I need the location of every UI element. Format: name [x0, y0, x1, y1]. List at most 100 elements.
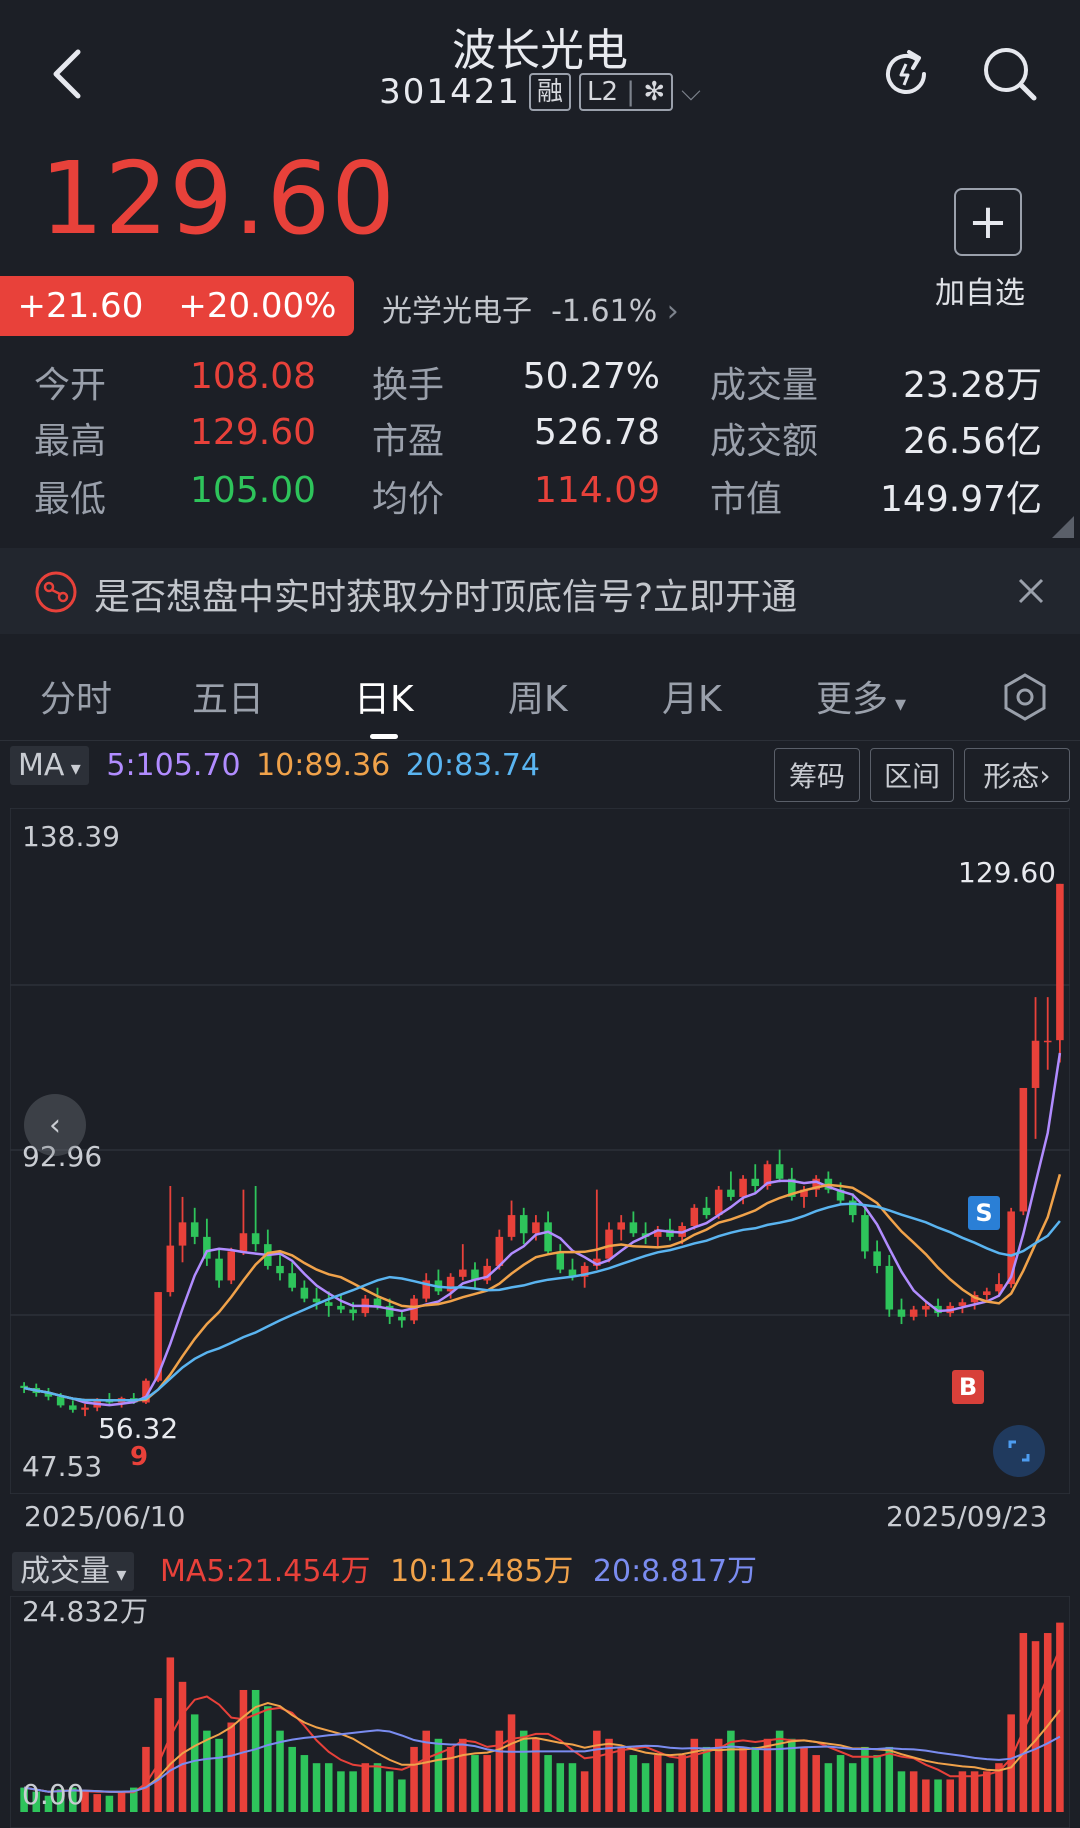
margin-tag: 融	[528, 73, 571, 111]
volume-chart[interactable]	[10, 1596, 1070, 1828]
corner-expand-icon[interactable]	[1052, 516, 1074, 538]
volume-bar	[897, 1771, 906, 1812]
stat-value: 26.56亿	[902, 421, 1042, 462]
ma-selector-label: MA	[18, 748, 65, 783]
stat-value: 23.28万	[902, 365, 1042, 406]
candle-body	[983, 1291, 991, 1295]
volume-bar	[751, 1746, 760, 1812]
range-button[interactable]: 区间	[870, 748, 954, 802]
volume-bar	[203, 1730, 211, 1812]
volume-bar	[288, 1746, 296, 1812]
volume-bar	[507, 1714, 516, 1812]
refresh-icon[interactable]	[876, 44, 936, 104]
fullscreen-icon[interactable]	[992, 1424, 1046, 1478]
volume-bar	[934, 1779, 942, 1812]
ma-selector[interactable]: MA ▾	[10, 746, 89, 785]
add-watchlist-label[interactable]: 加自选	[935, 268, 1025, 312]
candle-body	[227, 1251, 236, 1281]
nine-signal-marker: 9	[130, 1442, 149, 1472]
scroll-left-icon[interactable]: ‹	[24, 1094, 86, 1156]
chevron-right-icon: ›	[1039, 758, 1051, 792]
ma20-value: 20:83.74	[405, 748, 540, 783]
candle-body	[617, 1222, 625, 1230]
candle-body	[922, 1305, 930, 1310]
volume-bar	[824, 1763, 833, 1812]
candle-body	[775, 1164, 784, 1179]
candle-body	[861, 1215, 869, 1252]
candle-body	[544, 1222, 552, 1252]
volume-bar	[410, 1746, 418, 1812]
settings-icon[interactable]	[1002, 672, 1048, 722]
volume-bar	[300, 1755, 309, 1812]
volume-bar	[946, 1779, 955, 1812]
volume-bar	[617, 1746, 625, 1812]
candle-body	[459, 1269, 467, 1277]
stat-label: 均价	[372, 479, 445, 520]
candle-body	[1031, 1040, 1040, 1088]
candle-body	[215, 1258, 223, 1281]
tab-intraday[interactable]: 分时	[40, 670, 112, 722]
volume-bar	[1031, 1641, 1040, 1812]
change-value: +21.60	[17, 286, 144, 326]
tab-more-label: 更多	[816, 679, 889, 720]
chevron-down-icon[interactable]: ⌵	[681, 77, 701, 108]
candle-body	[714, 1189, 723, 1216]
volume-bar	[154, 1698, 162, 1812]
l2-suffix: ✻	[643, 77, 666, 107]
tab-weekly-k[interactable]: 周K	[508, 670, 568, 722]
volume-bar	[544, 1755, 552, 1812]
chips-button[interactable]: 筹码	[774, 748, 860, 802]
candle-body	[605, 1229, 613, 1259]
tab-five-day[interactable]: 五日	[192, 670, 264, 722]
volume-bar	[556, 1763, 565, 1812]
divider	[0, 740, 1080, 741]
vol-ma10-value: 10:12.485万	[390, 1554, 574, 1589]
volume-bar	[739, 1746, 747, 1812]
vol-ma20-value: 20:8.817万	[592, 1554, 758, 1589]
candle-body	[56, 1396, 65, 1406]
volume-selector-label: 成交量	[20, 1554, 110, 1589]
tab-more[interactable]: 更多 ▾	[816, 670, 906, 722]
candle-body	[1056, 883, 1064, 1041]
candle-body	[251, 1233, 260, 1245]
candle-body	[958, 1302, 967, 1306]
volume-legend: 成交量 ▾ MA5:21.454万 10:12.485万 20:8.817万	[12, 1546, 758, 1591]
stat-value: 526.78	[534, 412, 660, 453]
sell-signal-marker[interactable]: S	[968, 1196, 1000, 1230]
volume-bar	[885, 1746, 894, 1812]
volume-bar	[227, 1722, 236, 1812]
sector-link[interactable]: 光学光电子 -1.61% ›	[382, 286, 679, 330]
add-watchlist-button[interactable]: +	[954, 188, 1022, 256]
tab-monthly-k[interactable]: 月K	[662, 670, 722, 722]
date-end: 2025/09/23	[886, 1500, 1048, 1533]
candle-body	[190, 1222, 199, 1237]
price-axis-top: 138.39	[22, 820, 120, 853]
stat-label: 成交额	[710, 421, 819, 462]
candle-body	[702, 1207, 711, 1216]
stat-value: 105.00	[190, 470, 316, 511]
volume-bar	[105, 1795, 114, 1812]
signal-icon	[35, 571, 77, 613]
candle-body	[629, 1222, 638, 1234]
volume-bar	[580, 1771, 589, 1812]
stat-label: 成交量	[710, 365, 819, 406]
stat-value: 114.09	[534, 470, 660, 511]
volume-selector[interactable]: 成交量 ▾	[12, 1552, 135, 1591]
volume-bar	[593, 1730, 601, 1812]
plus-icon: +	[967, 194, 1009, 250]
pattern-button[interactable]: 形态 ›	[964, 748, 1070, 802]
buy-signal-marker[interactable]: B	[952, 1370, 984, 1404]
volume-bar	[312, 1763, 321, 1812]
volume-bar	[836, 1755, 845, 1812]
kline-chart[interactable]	[10, 808, 1070, 1494]
l2-tag[interactable]: L2 | ✻	[578, 73, 674, 111]
tab-daily-k[interactable]: 日K	[354, 670, 414, 722]
candle-body	[885, 1265, 894, 1310]
candle-body	[532, 1222, 540, 1234]
active-tab-indicator	[370, 734, 398, 739]
search-icon[interactable]	[980, 44, 1040, 104]
close-icon[interactable]	[1016, 576, 1046, 606]
date-start: 2025/06/10	[24, 1500, 186, 1533]
stat-label: 市值	[710, 479, 783, 520]
signal-banner[interactable]: 是否想盘中实时获取分时顶底信号?立即开通	[0, 548, 1080, 634]
